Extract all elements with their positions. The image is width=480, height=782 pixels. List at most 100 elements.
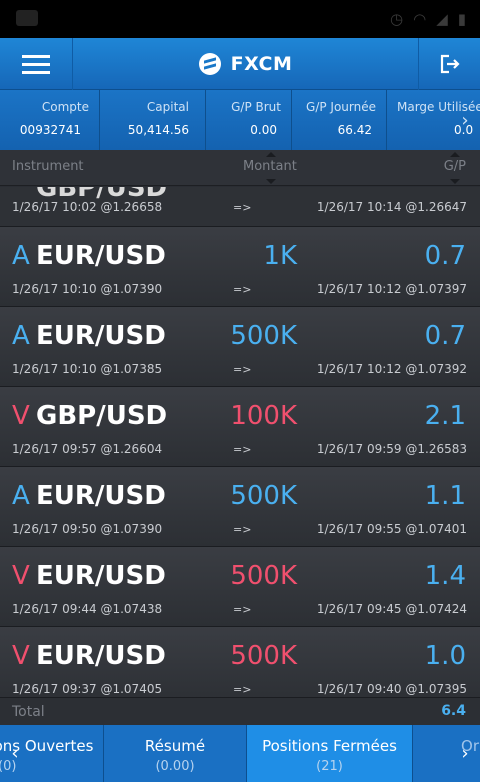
column-amount[interactable]: Montant xyxy=(243,159,297,174)
tab-count: (0.00) xyxy=(155,759,195,774)
arrow-text: => xyxy=(233,443,252,456)
side-indicator: A xyxy=(12,241,30,271)
close-info: 1/26/17 09:55 @1.07401 xyxy=(316,522,467,536)
open-info: 1/26/17 10:10 @1.07390 xyxy=(12,282,163,296)
amount-value: 500K xyxy=(230,561,297,591)
summary-gross-pl: G/P Brut 0.00 xyxy=(206,90,292,150)
summary-label: Capital xyxy=(146,100,189,114)
wifi-icon: ◠ xyxy=(413,10,427,28)
hamburger-icon-bar xyxy=(22,54,50,58)
column-header: Instrument Montant G/P xyxy=(0,150,480,186)
chevron-right-icon: › xyxy=(461,743,469,764)
pl-value: 0.7 xyxy=(424,321,466,351)
summary-label: Compte xyxy=(41,100,89,114)
instrument-symbol: EUR/USD xyxy=(36,241,166,271)
instrument-symbol: EUR/USD xyxy=(36,641,166,671)
tab-count: (21) xyxy=(316,759,343,774)
position-row[interactable]: V GBP/USD 100K 2.1 1/26/17 09:57 @1.2660… xyxy=(0,387,480,467)
column-pl[interactable]: G/P xyxy=(444,159,466,174)
total-bar: Total 6.4 xyxy=(0,697,480,725)
position-row[interactable]: V EUR/USD 500K 1.0 1/26/17 09:37 @1.0740… xyxy=(0,627,480,697)
tab-label: Positions Fermées xyxy=(262,737,397,755)
logout-icon xyxy=(440,54,460,74)
hamburger-icon-bar xyxy=(22,70,50,74)
tabs-scroll-right[interactable]: › xyxy=(450,725,480,782)
app-title: FXCM xyxy=(230,53,293,75)
amount-value: 500K xyxy=(230,481,297,511)
arrow-text: => xyxy=(233,523,252,536)
open-info: 1/26/17 09:37 @1.07405 xyxy=(12,682,163,696)
app-header: FXCM xyxy=(0,38,480,90)
summary-label: G/P Journée xyxy=(306,100,376,114)
position-row[interactable]: A EUR/USD 500K 0.7 1/26/17 10:10 @1.0738… xyxy=(0,307,480,387)
open-info: 1/26/17 09:50 @1.07390 xyxy=(12,522,163,536)
open-info: 1/26/17 09:44 @1.07438 xyxy=(12,602,163,616)
amount-value: 1K xyxy=(263,241,297,271)
amount-value: 500K xyxy=(230,641,297,671)
summary-value: 0.00 xyxy=(250,123,277,137)
open-info: 1/26/17 09:57 @1.26604 xyxy=(12,442,163,456)
sort-down-icon xyxy=(450,179,460,184)
arrow-text: => xyxy=(233,683,252,696)
position-row[interactable]: GBP/USD 1/26/17 10:02 @1.26658 => 1/26/1… xyxy=(0,187,480,227)
pl-value: 1.4 xyxy=(424,561,466,591)
open-info: 1/26/17 10:02 @1.26658 xyxy=(12,200,163,214)
summary-label: G/P Brut xyxy=(231,100,281,114)
menu-button[interactable] xyxy=(0,38,73,90)
amount-value: 500K xyxy=(230,321,297,351)
tab-closed-positions[interactable]: Positions Fermées (21) xyxy=(247,725,413,782)
chevron-right-icon: › xyxy=(461,109,469,131)
battery-icon: ▮ xyxy=(457,10,466,28)
app-logo: FXCM xyxy=(73,38,418,90)
close-info: 1/26/17 09:45 @1.07424 xyxy=(316,602,467,616)
signal-icon: ◢ xyxy=(436,10,448,28)
position-row[interactable]: A EUR/USD 1K 0.7 1/26/17 10:10 @1.07390 … xyxy=(0,227,480,307)
position-row[interactable]: A EUR/USD 500K 1.1 1/26/17 09:50 @1.0739… xyxy=(0,467,480,547)
total-label: Total xyxy=(12,704,45,720)
arrow-text: => xyxy=(233,283,252,296)
pl-value: 0.7 xyxy=(424,241,466,271)
summary-scroll-right[interactable]: › xyxy=(450,90,480,150)
notification-icon xyxy=(16,10,38,26)
instrument-symbol: EUR/USD xyxy=(36,481,166,511)
tabs-scroll-left[interactable]: ‹ xyxy=(0,725,30,782)
arrow-text: => xyxy=(233,201,252,214)
summary-value: 66.42 xyxy=(337,123,372,137)
position-row[interactable]: V EUR/USD 500K 1.4 1/26/17 09:44 @1.0743… xyxy=(0,547,480,627)
summary-value: 50,414.56 xyxy=(127,123,189,137)
side-indicator: A xyxy=(12,481,30,511)
instrument-symbol: EUR/USD xyxy=(36,321,166,351)
closed-positions-list[interactable]: GBP/USD 1/26/17 10:02 @1.26658 => 1/26/1… xyxy=(0,187,480,697)
side-indicator: V xyxy=(12,401,30,431)
account-summary: Compte 00932741 Capital 50,414.56 G/P Br… xyxy=(0,90,480,150)
summary-daily-pl: G/P Journée 66.42 xyxy=(292,90,387,150)
hamburger-icon-bar xyxy=(22,62,50,66)
side-indicator: V xyxy=(12,561,30,591)
close-info: 1/26/17 10:12 @1.07392 xyxy=(316,362,467,376)
tab-summary[interactable]: Résumé (0.00) xyxy=(104,725,247,782)
bottom-tab-bar: ons Ouvertes (0) Résumé (0.00) Positions… xyxy=(0,725,480,782)
fxcm-logo-icon xyxy=(198,53,221,75)
pl-value: 1.1 xyxy=(424,481,466,511)
status-bar: ◷ ◠ ◢ ▮ xyxy=(0,0,480,38)
side-indicator: V xyxy=(12,641,30,671)
sort-up-icon xyxy=(450,152,460,157)
total-value: 6.4 xyxy=(441,703,466,719)
column-instrument[interactable]: Instrument xyxy=(12,159,84,174)
side-indicator: A xyxy=(12,321,30,351)
close-info: 1/26/17 10:12 @1.07397 xyxy=(316,282,467,296)
chevron-left-icon: ‹ xyxy=(11,743,19,764)
summary-account: Compte 00932741 xyxy=(0,90,100,150)
open-info: 1/26/17 10:10 @1.07385 xyxy=(12,362,163,376)
pl-value: 1.0 xyxy=(424,641,466,671)
amount-value: 100K xyxy=(230,401,297,431)
arrow-text: => xyxy=(233,603,252,616)
summary-value: 00932741 xyxy=(19,123,81,137)
arrow-text: => xyxy=(233,363,252,376)
alarm-icon: ◷ xyxy=(390,10,404,28)
sort-up-icon xyxy=(266,152,276,157)
summary-capital: Capital 50,414.56 xyxy=(100,90,206,150)
logout-button[interactable] xyxy=(418,38,480,90)
instrument-symbol: GBP/USD xyxy=(36,401,168,431)
instrument-symbol: EUR/USD xyxy=(36,561,166,591)
